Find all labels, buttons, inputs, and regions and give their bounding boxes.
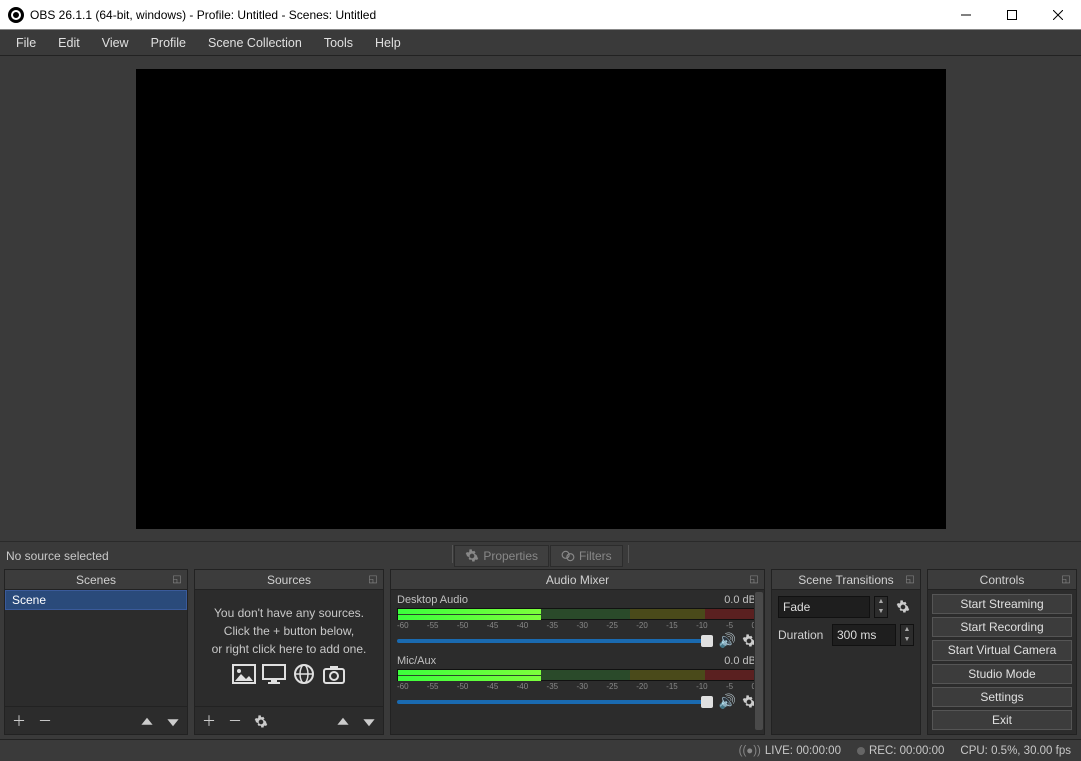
window-controls bbox=[943, 0, 1081, 29]
audio-meter bbox=[397, 669, 756, 681]
channel-level: 0.0 dB bbox=[724, 594, 756, 606]
scene-up-button[interactable] bbox=[139, 712, 155, 728]
menu-help[interactable]: Help bbox=[365, 33, 411, 53]
mixer-scrollbar[interactable] bbox=[754, 590, 764, 734]
channel-name: Desktop Audio bbox=[397, 594, 468, 606]
source-toolbar: No source selected Properties Filters bbox=[0, 541, 1081, 569]
statusbar: ((●)) LIVE: 00:00:00 REC: 00:00:00 CPU: 0… bbox=[0, 739, 1081, 761]
sources-title: Sources bbox=[267, 573, 311, 587]
speaker-icon[interactable]: 🔊 bbox=[719, 693, 736, 710]
audio-meter bbox=[397, 608, 756, 620]
popout-icon[interactable]: ◱ bbox=[748, 573, 760, 585]
popout-icon[interactable]: ◱ bbox=[1060, 573, 1072, 585]
scenes-title: Scenes bbox=[76, 573, 116, 587]
transitions-title: Scene Transitions bbox=[798, 573, 893, 587]
scene-item[interactable]: Scene bbox=[5, 590, 187, 610]
window-title: OBS 26.1.1 (64-bit, windows) - Profile: … bbox=[30, 8, 943, 22]
rec-icon bbox=[857, 747, 865, 755]
volume-slider[interactable] bbox=[397, 700, 713, 704]
menu-edit[interactable]: Edit bbox=[48, 33, 90, 53]
source-type-icons bbox=[203, 664, 375, 684]
db-scale: -60-55-50-45-40-35-30-25-20-15-10-50 bbox=[397, 682, 756, 691]
menu-scene-collection[interactable]: Scene Collection bbox=[198, 33, 312, 53]
settings-button[interactable]: Settings bbox=[932, 687, 1072, 707]
duration-label: Duration bbox=[778, 628, 828, 642]
menu-tools[interactable]: Tools bbox=[314, 33, 363, 53]
preview-canvas[interactable] bbox=[136, 69, 946, 529]
gear-icon bbox=[465, 549, 479, 563]
scenes-dock: Scenes ◱ Scene ＋ － bbox=[4, 569, 188, 735]
menu-file[interactable]: File bbox=[6, 33, 46, 53]
maximize-button[interactable] bbox=[989, 0, 1035, 29]
popout-icon[interactable]: ◱ bbox=[904, 573, 916, 585]
app-icon bbox=[8, 7, 24, 23]
sources-empty-3: or right click here to add one. bbox=[203, 640, 375, 658]
start-virtual-camera-button[interactable]: Start Virtual Camera bbox=[932, 640, 1072, 660]
db-scale: -60-55-50-45-40-35-30-25-20-15-10-50 bbox=[397, 621, 756, 630]
menubar: File Edit View Profile Scene Collection … bbox=[0, 30, 1081, 56]
live-status: LIVE: 00:00:00 bbox=[765, 745, 841, 757]
transitions-dock: Scene Transitions ◱ Fade ▲▼ Duration 300 … bbox=[771, 569, 921, 735]
source-down-button[interactable] bbox=[361, 712, 377, 728]
image-icon bbox=[232, 664, 256, 684]
start-recording-button[interactable]: Start Recording bbox=[932, 617, 1072, 637]
rec-status: REC: 00:00:00 bbox=[869, 745, 944, 757]
controls-title: Controls bbox=[980, 573, 1025, 587]
scenes-list[interactable]: Scene bbox=[5, 590, 187, 706]
audio-channel: Mic/Aux 0.0 dB -60-55-50-45-40-35-30-25-2… bbox=[397, 655, 756, 710]
properties-label: Properties bbox=[483, 549, 538, 563]
transition-select[interactable]: Fade bbox=[778, 596, 870, 618]
filters-icon bbox=[561, 549, 575, 563]
transition-gear-icon[interactable] bbox=[892, 596, 914, 618]
menu-view[interactable]: View bbox=[92, 33, 139, 53]
channel-level: 0.0 dB bbox=[724, 655, 756, 667]
sources-empty-2: Click the + button below, bbox=[203, 622, 375, 640]
remove-source-button[interactable]: － bbox=[227, 711, 243, 731]
properties-button[interactable]: Properties bbox=[454, 545, 549, 567]
sources-list[interactable]: You don't have any sources. Click the + … bbox=[195, 590, 383, 706]
volume-slider[interactable] bbox=[397, 639, 713, 643]
exit-button[interactable]: Exit bbox=[932, 710, 1072, 730]
globe-icon bbox=[292, 664, 316, 684]
sources-empty-1: You don't have any sources. bbox=[203, 604, 375, 622]
channel-name: Mic/Aux bbox=[397, 655, 436, 667]
source-status: No source selected bbox=[6, 549, 452, 563]
speaker-icon[interactable]: 🔊 bbox=[719, 632, 736, 649]
mixer-body: Desktop Audio 0.0 dB -60-55-50-45-40-35-3… bbox=[391, 590, 764, 734]
sources-dock: Sources ◱ You don't have any sources. Cli… bbox=[194, 569, 384, 735]
filters-button[interactable]: Filters bbox=[550, 545, 623, 567]
scene-down-button[interactable] bbox=[165, 712, 181, 728]
filters-label: Filters bbox=[579, 549, 612, 563]
camera-icon bbox=[322, 664, 346, 684]
close-button[interactable] bbox=[1035, 0, 1081, 29]
popout-icon[interactable]: ◱ bbox=[171, 573, 183, 585]
menu-profile[interactable]: Profile bbox=[141, 33, 196, 53]
docks-row: Scenes ◱ Scene ＋ － Sources ◱ You don't hav… bbox=[0, 569, 1081, 739]
popout-icon[interactable]: ◱ bbox=[367, 573, 379, 585]
add-source-button[interactable]: ＋ bbox=[201, 711, 217, 731]
remove-scene-button[interactable]: － bbox=[37, 711, 53, 731]
minimize-button[interactable] bbox=[943, 0, 989, 29]
duration-spinner[interactable]: ▲▼ bbox=[900, 624, 914, 646]
cpu-status: CPU: 0.5%, 30.00 fps bbox=[960, 745, 1071, 757]
audio-mixer-dock: Audio Mixer ◱ Desktop Audio 0.0 dB -60-55-… bbox=[390, 569, 765, 735]
audio-channel: Desktop Audio 0.0 dB -60-55-50-45-40-35-3… bbox=[397, 594, 756, 649]
source-up-button[interactable] bbox=[335, 712, 351, 728]
mixer-title: Audio Mixer bbox=[546, 573, 609, 587]
studio-mode-button[interactable]: Studio Mode bbox=[932, 664, 1072, 684]
titlebar: OBS 26.1.1 (64-bit, windows) - Profile: … bbox=[0, 0, 1081, 30]
duration-input[interactable]: 300 ms bbox=[832, 624, 896, 646]
live-icon: ((●)) bbox=[739, 745, 761, 757]
add-scene-button[interactable]: ＋ bbox=[11, 711, 27, 731]
display-icon bbox=[262, 664, 286, 684]
transition-spinner[interactable]: ▲▼ bbox=[874, 596, 888, 618]
preview-area bbox=[0, 56, 1081, 541]
start-streaming-button[interactable]: Start Streaming bbox=[932, 594, 1072, 614]
controls-dock: Controls ◱ Start Streaming Start Recordin… bbox=[927, 569, 1077, 735]
source-settings-button[interactable] bbox=[253, 712, 269, 728]
